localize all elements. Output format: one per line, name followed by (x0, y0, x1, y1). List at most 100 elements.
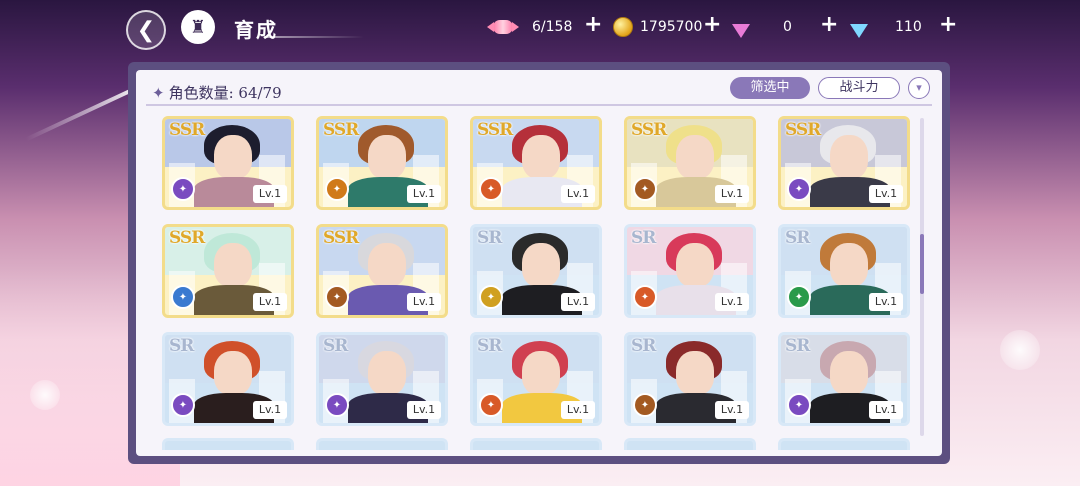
back-button[interactable]: ❮ (126, 10, 166, 50)
blue-gem-resource (848, 20, 870, 42)
element-icon: ✦ (325, 285, 349, 309)
level-badge: Lv.1 (407, 293, 441, 311)
rarity-badge: SSR (323, 120, 359, 140)
character-card[interactable]: SR ✦ Lv.1 (470, 224, 602, 318)
rarity-badge: SR (785, 228, 810, 248)
rarity-badge: SR (169, 336, 194, 356)
character-card[interactable]: SSR ✦ Lv.1 (162, 116, 294, 210)
character-card-partial[interactable] (162, 438, 294, 450)
gold-plus-button[interactable]: + (703, 13, 721, 37)
level-badge: Lv.1 (253, 185, 287, 203)
level-badge: Lv.1 (407, 185, 441, 203)
blue-gem-value: 110 (895, 19, 922, 35)
chevron-down-icon: ▾ (916, 81, 922, 94)
blue-diamond-icon (848, 20, 870, 42)
pink-gem-value: 0 (783, 19, 792, 35)
character-card[interactable]: SR ✦ Lv.1 (778, 224, 910, 318)
character-card[interactable]: SR ✦ Lv.1 (470, 332, 602, 426)
element-icon: ✦ (633, 177, 657, 201)
level-badge: Lv.1 (715, 185, 749, 203)
background-streak (25, 82, 145, 142)
rarity-badge: SR (477, 228, 502, 248)
character-card-partial[interactable] (470, 438, 602, 450)
element-icon: ✦ (479, 177, 503, 201)
rarity-badge: SSR (477, 120, 513, 140)
gold-value: 1795700 (640, 19, 703, 35)
pink-gem-plus-button[interactable]: + (820, 13, 838, 37)
character-card[interactable]: SR ✦ Lv.1 (162, 332, 294, 426)
back-arrow-icon: ❮ (136, 17, 156, 43)
background-sparkle (30, 380, 60, 410)
character-card[interactable]: SSR ✦ Lv.1 (162, 224, 294, 318)
rarity-badge: SSR (323, 228, 359, 248)
gold-resource (612, 16, 634, 38)
element-icon: ✦ (787, 285, 811, 309)
character-card[interactable]: SR ✦ Lv.1 (624, 224, 756, 318)
pink-gem-resource (730, 20, 752, 42)
character-count: ✦ 角色数量: 64/79 (152, 82, 282, 103)
castle-icon: ♜ (189, 16, 207, 38)
level-badge: Lv.1 (869, 185, 903, 203)
character-card[interactable]: SR ✦ Lv.1 (316, 332, 448, 426)
title-decoration (264, 36, 364, 38)
level-badge: Lv.1 (407, 401, 441, 419)
rarity-badge: SR (785, 336, 810, 356)
sort-order-toggle[interactable]: ▾ (908, 77, 930, 99)
top-bar: ❮ ♜ 育成 6/158 + 1795700 + 0 + 110 + (0, 0, 1080, 58)
element-icon: ✦ (171, 393, 195, 417)
element-icon: ✦ (171, 285, 195, 309)
element-icon: ✦ (633, 393, 657, 417)
character-card[interactable]: SR ✦ Lv.1 (624, 332, 756, 426)
character-card-partial[interactable] (778, 438, 910, 450)
character-grid: SSR ✦ Lv.1 SSR ✦ Lv.1 SSR ✦ Lv.1 SSR ✦ Lv.1 SSR ✦ Lv.1… (162, 110, 922, 450)
level-badge: Lv.1 (715, 293, 749, 311)
character-card-partial[interactable] (316, 438, 448, 450)
page-title: 育成 (234, 18, 278, 42)
element-icon: ✦ (479, 393, 503, 417)
candy-icon (487, 16, 519, 38)
level-badge: Lv.1 (869, 401, 903, 419)
rarity-badge: SSR (169, 228, 205, 248)
candy-value: 6/158 (532, 19, 573, 35)
character-card[interactable]: SSR ✦ Lv.1 (316, 116, 448, 210)
character-card-partial[interactable] (624, 438, 756, 450)
home-button[interactable]: ♜ (181, 10, 215, 44)
rarity-badge: SR (631, 336, 656, 356)
header-divider (146, 104, 932, 106)
level-badge: Lv.1 (561, 293, 595, 311)
element-icon: ✦ (787, 393, 811, 417)
character-card[interactable]: SSR ✦ Lv.1 (316, 224, 448, 318)
rarity-badge: SR (631, 228, 656, 248)
rarity-badge: SSR (785, 120, 821, 140)
level-badge: Lv.1 (561, 185, 595, 203)
rarity-badge: SSR (169, 120, 205, 140)
character-card[interactable]: SSR ✦ Lv.1 (624, 116, 756, 210)
character-card[interactable]: SSR ✦ Lv.1 (470, 116, 602, 210)
scrollbar[interactable] (920, 118, 924, 436)
sparkle-icon: ✦ (152, 84, 165, 102)
rarity-badge: SR (477, 336, 502, 356)
candy-resource (487, 16, 519, 38)
element-icon: ✦ (325, 177, 349, 201)
background-sparkle (1000, 330, 1040, 370)
character-panel-inner: ✦ 角色数量: 64/79 筛选中 战斗力 ▾ SSR ✦ Lv.1 SSR ✦ Lv.1 S… (136, 70, 942, 456)
sort-button[interactable]: 战斗力 (818, 77, 900, 99)
element-icon: ✦ (787, 177, 811, 201)
element-icon: ✦ (325, 393, 349, 417)
blue-gem-plus-button[interactable]: + (939, 13, 957, 37)
filter-button[interactable]: 筛选中 (730, 77, 810, 99)
coin-icon (612, 16, 634, 38)
level-badge: Lv.1 (869, 293, 903, 311)
character-card[interactable]: SR ✦ Lv.1 (778, 332, 910, 426)
level-badge: Lv.1 (253, 401, 287, 419)
rarity-badge: SSR (631, 120, 667, 140)
rarity-badge: SR (323, 336, 348, 356)
character-card[interactable]: SSR ✦ Lv.1 (778, 116, 910, 210)
character-panel: ✦ 角色数量: 64/79 筛选中 战斗力 ▾ SSR ✦ Lv.1 SSR ✦ Lv.1 S… (128, 62, 950, 464)
element-icon: ✦ (171, 177, 195, 201)
character-count-text: 角色数量: 64/79 (168, 84, 282, 102)
level-badge: Lv.1 (715, 401, 749, 419)
candy-plus-button[interactable]: + (584, 13, 602, 37)
scroll-thumb[interactable] (920, 234, 924, 294)
element-icon: ✦ (633, 285, 657, 309)
